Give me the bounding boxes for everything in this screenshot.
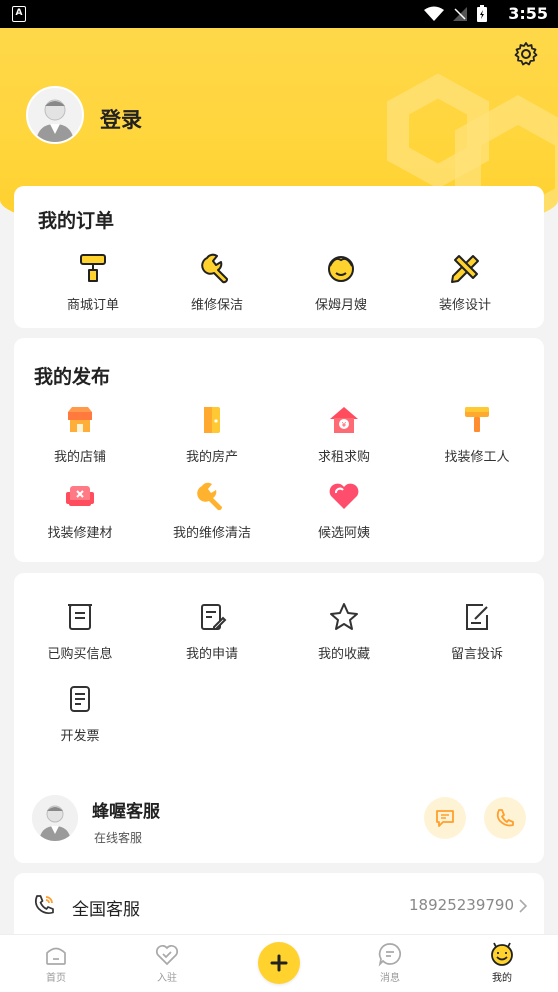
my-orders-card: 我的订单 商城订单 维修保洁 保姆月嫂 装修设计 — [14, 186, 544, 328]
house-yen-icon: ¥ — [330, 407, 358, 433]
battery-icon — [477, 5, 487, 22]
status-icons — [424, 5, 488, 23]
bee-face-icon — [491, 942, 513, 966]
wifi-icon — [424, 6, 444, 21]
tool-item-favorites[interactable]: 我的收藏 — [278, 599, 410, 662]
clock: 3:55 — [508, 4, 548, 23]
signal-icon — [453, 7, 467, 21]
sofa-icon — [66, 486, 94, 506]
notification-badge: A — [12, 6, 26, 22]
publish-item-rent-buy[interactable]: ¥ 求租求购 — [278, 402, 410, 465]
status-bar: A 3:55 — [0, 0, 558, 28]
service-name: 蜂喔客服 — [92, 802, 160, 822]
phone-icon — [496, 809, 514, 827]
svg-text:¥: ¥ — [342, 421, 347, 429]
heart-icon — [329, 483, 359, 509]
tool-item-invoice[interactable]: 开发票 — [14, 681, 146, 744]
settings-gear-icon[interactable] — [512, 40, 540, 68]
hotline-phone-icon — [34, 895, 54, 915]
chat-button[interactable] — [424, 797, 466, 839]
default-avatar-icon — [28, 88, 82, 142]
door-icon — [204, 407, 220, 433]
hotline-label: 全国客服 — [72, 900, 140, 920]
paint-roller-icon — [465, 407, 489, 432]
user-avatar[interactable] — [26, 86, 84, 144]
heart-check-icon — [155, 944, 179, 966]
pencil-ruler-icon — [451, 255, 479, 283]
publish-fab-button[interactable] — [258, 942, 300, 984]
publish-item-repair-clean[interactable]: 我的维修清洁 — [146, 478, 278, 541]
service-subtitle: 在线客服 — [94, 831, 143, 845]
tool-item-applications[interactable]: 我的申请 — [146, 599, 278, 662]
publish-item-materials[interactable]: 找装修建材 — [14, 478, 146, 541]
tools-card: 已购买信息 我的申请 我的收藏 留言投诉 开发票 蜂喔客服 在线客服 — [14, 573, 544, 863]
order-item-repair[interactable]: 维修保洁 — [151, 250, 283, 313]
service-avatar — [32, 795, 78, 841]
message-icon — [378, 943, 401, 967]
order-item-nanny[interactable]: 保姆月嫂 — [275, 250, 407, 313]
service-agent-icon — [32, 795, 78, 841]
tool-item-purchased[interactable]: 已购买信息 — [14, 599, 146, 662]
tab-join[interactable]: 入驻 — [132, 941, 202, 984]
order-item-design[interactable]: 装修设计 — [399, 250, 531, 313]
orders-title: 我的订单 — [38, 210, 115, 232]
invoice-icon — [70, 686, 90, 712]
plus-icon — [270, 954, 288, 972]
my-publish-card: 我的发布 我的店铺 我的房产 ¥ 求租求购 找装修工人 找装修建材 我的维修清洁… — [14, 338, 544, 562]
tab-messages[interactable]: 消息 — [355, 941, 425, 984]
tab-home[interactable]: 首页 — [21, 941, 91, 984]
receipt-icon — [68, 604, 92, 630]
chevron-right-icon — [519, 899, 528, 913]
publish-item-find-worker[interactable]: 找装修工人 — [411, 402, 543, 465]
tool-item-feedback[interactable]: 留言投诉 — [411, 599, 543, 662]
paint-roller-icon — [80, 254, 106, 282]
wrench-icon — [197, 482, 223, 511]
publish-item-candidate-nanny[interactable]: 候选阿姨 — [278, 478, 410, 541]
order-item-mall[interactable]: 商城订单 — [27, 250, 159, 313]
publish-item-property[interactable]: 我的房产 — [146, 402, 278, 465]
nanny-face-icon — [328, 256, 354, 282]
login-button[interactable]: 登录 — [100, 104, 142, 134]
chat-icon — [436, 810, 454, 827]
home-icon — [46, 947, 66, 965]
hotline-number: 18925239790 — [409, 896, 514, 914]
form-edit-icon — [201, 604, 227, 630]
shop-icon — [68, 407, 92, 432]
call-button[interactable] — [484, 797, 526, 839]
wrench-icon — [201, 253, 228, 284]
publish-item-shop[interactable]: 我的店铺 — [14, 402, 146, 465]
note-edit-icon — [466, 604, 488, 630]
star-icon — [330, 603, 358, 630]
tab-mine[interactable]: 我的 — [467, 941, 537, 984]
hotline-row[interactable]: 全国客服 18925239790 — [14, 873, 544, 937]
publish-title: 我的发布 — [34, 366, 111, 388]
